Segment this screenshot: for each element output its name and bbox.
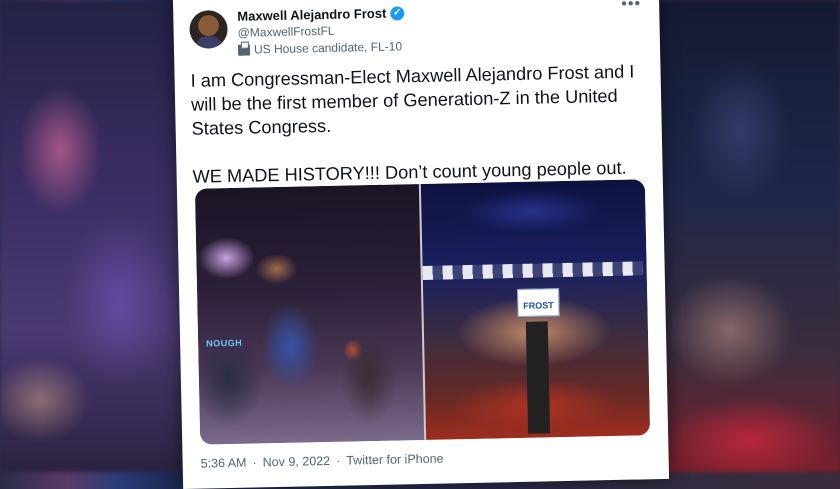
account-label-text: US House candidate, FL-10 [253,39,403,57]
podium-sign: FROST [517,288,560,317]
author-row: Maxwell Alejandro Frost ✓ [237,5,405,24]
background-blur-right [640,0,840,472]
separator: · [335,453,341,468]
background-blur-left [0,0,190,472]
separator: · [252,455,257,470]
podium [525,321,551,434]
tweet-time[interactable]: 5:36 AM [201,456,247,471]
tweet-text: I am Congressman-Elect Maxwell Alejandro… [190,61,635,187]
account-label: US House candidate, FL-10 [237,39,403,57]
tweet-footer: 5:36 AM · Nov 9, 2022 · Twitter for iPho… [201,452,444,471]
tweet-card: Maxwell Alejandro Frost ✓ @MaxwellFrostF… [172,0,670,489]
author-name[interactable]: Maxwell Alejandro Frost [237,6,386,24]
verified-badge-icon: ✓ [390,5,405,21]
ballot-box-icon [237,44,251,56]
tweet-source: Twitter for iPhone [346,451,444,468]
more-options-icon[interactable]: ••• [621,0,641,14]
author-handle[interactable]: @MaxwellFrostFL [237,24,334,40]
photo-stage-crowd[interactable]: FROST [420,179,651,440]
tweet-date[interactable]: Nov 9, 2022 [263,454,331,469]
shirt-lettering: NOUGH [206,337,243,349]
tweet-media: NOUGH FROST [194,179,651,445]
photo-celebration-crowd[interactable]: NOUGH [194,184,425,445]
avatar[interactable] [189,10,228,49]
